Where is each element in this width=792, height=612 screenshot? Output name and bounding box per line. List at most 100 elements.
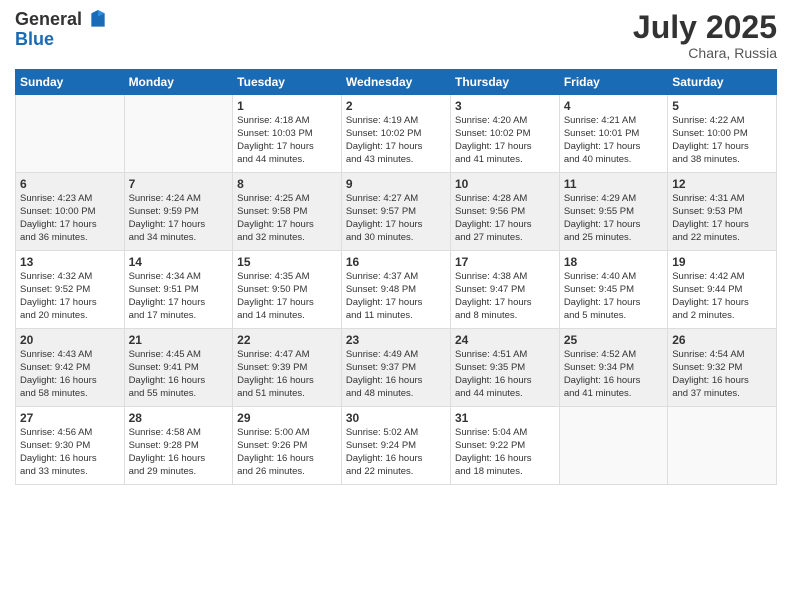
day-number: 22: [237, 333, 337, 347]
table-row: [559, 407, 667, 485]
day-number: 10: [455, 177, 555, 191]
day-info: Sunrise: 5:00 AM Sunset: 9:26 PM Dayligh…: [237, 427, 337, 478]
day-info: Sunrise: 4:52 AM Sunset: 9:34 PM Dayligh…: [564, 349, 663, 400]
table-row: 28 Sunrise: 4:58 AM Sunset: 9:28 PM Dayli…: [124, 407, 233, 485]
day-info: Sunrise: 4:51 AM Sunset: 9:35 PM Dayligh…: [455, 349, 555, 400]
table-row: 10 Sunrise: 4:28 AM Sunset: 9:56 PM Dayli…: [450, 173, 559, 251]
day-number: 24: [455, 333, 555, 347]
day-info: Sunrise: 4:56 AM Sunset: 9:30 PM Dayligh…: [20, 427, 120, 478]
day-info: Sunrise: 4:23 AM Sunset: 10:00 PM Daylig…: [20, 193, 120, 244]
table-row: 30 Sunrise: 5:02 AM Sunset: 9:24 PM Dayli…: [341, 407, 450, 485]
table-row: 22 Sunrise: 4:47 AM Sunset: 9:39 PM Dayli…: [233, 329, 342, 407]
table-row: 4 Sunrise: 4:21 AM Sunset: 10:01 PM Dayli…: [559, 95, 667, 173]
day-info: Sunrise: 4:31 AM Sunset: 9:53 PM Dayligh…: [672, 193, 772, 244]
day-info: Sunrise: 4:34 AM Sunset: 9:51 PM Dayligh…: [129, 271, 229, 322]
table-row: [668, 407, 777, 485]
day-number: 9: [346, 177, 446, 191]
day-number: 25: [564, 333, 663, 347]
calendar-week-row: 6 Sunrise: 4:23 AM Sunset: 10:00 PM Dayli…: [16, 173, 777, 251]
col-saturday: Saturday: [668, 70, 777, 95]
day-info: Sunrise: 4:35 AM Sunset: 9:50 PM Dayligh…: [237, 271, 337, 322]
day-info: Sunrise: 4:54 AM Sunset: 9:32 PM Dayligh…: [672, 349, 772, 400]
day-number: 17: [455, 255, 555, 269]
table-row: 29 Sunrise: 5:00 AM Sunset: 9:26 PM Dayli…: [233, 407, 342, 485]
table-row: 16 Sunrise: 4:37 AM Sunset: 9:48 PM Dayli…: [341, 251, 450, 329]
table-row: 26 Sunrise: 4:54 AM Sunset: 9:32 PM Dayli…: [668, 329, 777, 407]
table-row: 24 Sunrise: 4:51 AM Sunset: 9:35 PM Dayli…: [450, 329, 559, 407]
calendar-week-row: 1Sunrise: 4:18 AM Sunset: 10:03 PM Dayli…: [16, 95, 777, 173]
calendar: Sunday Monday Tuesday Wednesday Thursday…: [15, 69, 777, 485]
day-number: 4: [564, 99, 663, 113]
table-row: 20 Sunrise: 4:43 AM Sunset: 9:42 PM Dayli…: [16, 329, 125, 407]
col-tuesday: Tuesday: [233, 70, 342, 95]
table-row: 2Sunrise: 4:19 AM Sunset: 10:02 PM Dayli…: [341, 95, 450, 173]
page-header: General Blue July 2025 Chara, Russia: [15, 10, 777, 61]
day-number: 18: [564, 255, 663, 269]
table-row: 12Sunrise: 4:31 AM Sunset: 9:53 PM Dayli…: [668, 173, 777, 251]
day-info: Sunrise: 4:49 AM Sunset: 9:37 PM Dayligh…: [346, 349, 446, 400]
day-info: Sunrise: 4:19 AM Sunset: 10:02 PM Daylig…: [346, 115, 446, 166]
table-row: 23 Sunrise: 4:49 AM Sunset: 9:37 PM Dayli…: [341, 329, 450, 407]
day-info: Sunrise: 4:43 AM Sunset: 9:42 PM Dayligh…: [20, 349, 120, 400]
col-wednesday: Wednesday: [341, 70, 450, 95]
day-info: Sunrise: 4:37 AM Sunset: 9:48 PM Dayligh…: [346, 271, 446, 322]
day-number: 13: [20, 255, 120, 269]
day-number: 27: [20, 411, 120, 425]
day-number: 16: [346, 255, 446, 269]
day-number: 26: [672, 333, 772, 347]
table-row: 3 Sunrise: 4:20 AM Sunset: 10:02 PM Dayli…: [450, 95, 559, 173]
calendar-header-row: Sunday Monday Tuesday Wednesday Thursday…: [16, 70, 777, 95]
location: Chara, Russia: [633, 45, 777, 61]
day-info: Sunrise: 5:04 AM Sunset: 9:22 PM Dayligh…: [455, 427, 555, 478]
day-number: 21: [129, 333, 229, 347]
table-row: 27 Sunrise: 4:56 AM Sunset: 9:30 PM Dayli…: [16, 407, 125, 485]
day-number: 30: [346, 411, 446, 425]
day-number: 29: [237, 411, 337, 425]
table-row: 6 Sunrise: 4:23 AM Sunset: 10:00 PM Dayli…: [16, 173, 125, 251]
day-info: Sunrise: 4:20 AM Sunset: 10:02 PM Daylig…: [455, 115, 555, 166]
day-info: Sunrise: 4:47 AM Sunset: 9:39 PM Dayligh…: [237, 349, 337, 400]
logo-general: General: [15, 10, 107, 30]
table-row: 31Sunrise: 5:04 AM Sunset: 9:22 PM Dayli…: [450, 407, 559, 485]
logo: General Blue: [15, 10, 107, 50]
day-number: 6: [20, 177, 120, 191]
col-monday: Monday: [124, 70, 233, 95]
day-number: 11: [564, 177, 663, 191]
table-row: 7 Sunrise: 4:24 AM Sunset: 9:59 PM Daylig…: [124, 173, 233, 251]
day-info: Sunrise: 4:42 AM Sunset: 9:44 PM Dayligh…: [672, 271, 772, 322]
day-number: 23: [346, 333, 446, 347]
day-info: Sunrise: 4:24 AM Sunset: 9:59 PM Dayligh…: [129, 193, 229, 244]
day-info: Sunrise: 4:29 AM Sunset: 9:55 PM Dayligh…: [564, 193, 663, 244]
day-info: Sunrise: 4:40 AM Sunset: 9:45 PM Dayligh…: [564, 271, 663, 322]
table-row: 17 Sunrise: 4:38 AM Sunset: 9:47 PM Dayli…: [450, 251, 559, 329]
day-number: 8: [237, 177, 337, 191]
table-row: 5Sunrise: 4:22 AM Sunset: 10:00 PM Dayli…: [668, 95, 777, 173]
day-number: 7: [129, 177, 229, 191]
table-row: [16, 95, 125, 173]
day-info: Sunrise: 5:02 AM Sunset: 9:24 PM Dayligh…: [346, 427, 446, 478]
day-number: 3: [455, 99, 555, 113]
col-sunday: Sunday: [16, 70, 125, 95]
table-row: 18 Sunrise: 4:40 AM Sunset: 9:45 PM Dayli…: [559, 251, 667, 329]
day-number: 14: [129, 255, 229, 269]
day-info: Sunrise: 4:58 AM Sunset: 9:28 PM Dayligh…: [129, 427, 229, 478]
day-info: Sunrise: 4:22 AM Sunset: 10:00 PM Daylig…: [672, 115, 772, 166]
col-friday: Friday: [559, 70, 667, 95]
logo-blue: Blue: [15, 30, 107, 50]
calendar-week-row: 27 Sunrise: 4:56 AM Sunset: 9:30 PM Dayli…: [16, 407, 777, 485]
day-info: Sunrise: 4:45 AM Sunset: 9:41 PM Dayligh…: [129, 349, 229, 400]
day-info: Sunrise: 4:21 AM Sunset: 10:01 PM Daylig…: [564, 115, 663, 166]
table-row: 11 Sunrise: 4:29 AM Sunset: 9:55 PM Dayli…: [559, 173, 667, 251]
col-thursday: Thursday: [450, 70, 559, 95]
title-section: July 2025 Chara, Russia: [633, 10, 777, 61]
day-info: Sunrise: 4:38 AM Sunset: 9:47 PM Dayligh…: [455, 271, 555, 322]
day-info: Sunrise: 4:28 AM Sunset: 9:56 PM Dayligh…: [455, 193, 555, 244]
calendar-week-row: 13 Sunrise: 4:32 AM Sunset: 9:52 PM Dayli…: [16, 251, 777, 329]
day-info: Sunrise: 4:32 AM Sunset: 9:52 PM Dayligh…: [20, 271, 120, 322]
day-number: 20: [20, 333, 120, 347]
table-row: [124, 95, 233, 173]
day-number: 28: [129, 411, 229, 425]
day-number: 1: [237, 99, 337, 113]
day-number: 19: [672, 255, 772, 269]
table-row: 9Sunrise: 4:27 AM Sunset: 9:57 PM Daylig…: [341, 173, 450, 251]
